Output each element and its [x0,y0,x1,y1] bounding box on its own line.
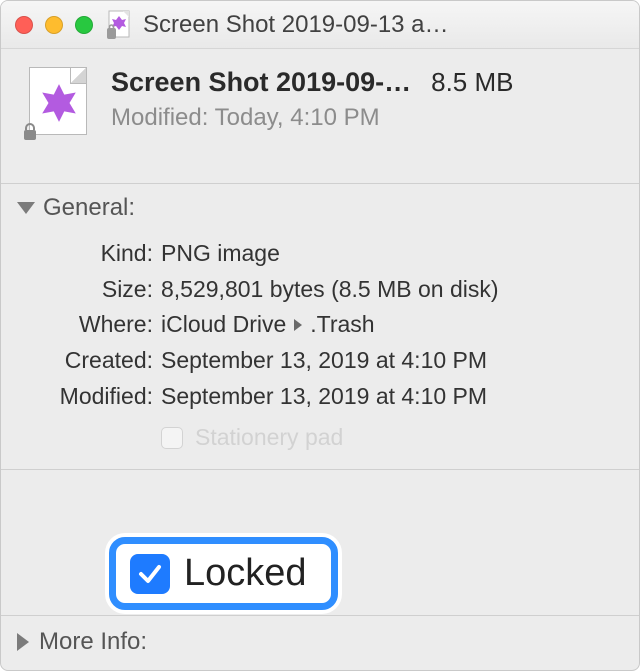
file-header: Screen Shot 2019-09-… 8.5 MB Modified: T… [1,49,639,184]
row-created: Created: September 13, 2019 at 4:10 PM [1,343,619,379]
row-size: Size: 8,529,801 bytes (8.5 MB on disk) [1,272,619,308]
general-fields: Kind: PNG image Size: 8,529,801 bytes (8… [1,230,639,469]
path-separator-icon [286,311,310,337]
where-value: iCloud Drive .Trash [161,307,619,343]
section-general-header[interactable]: General: [1,184,639,230]
stationery-pad-label: Stationery pad [195,424,343,451]
kind-value: PNG image [161,236,619,272]
row-kind: Kind: PNG image [1,236,619,272]
section-general: General: Kind: PNG image Size: 8,529,801… [1,184,639,470]
created-value: September 13, 2019 at 4:10 PM [161,343,619,379]
size-label: Size: [1,272,161,308]
close-window-button[interactable] [15,16,33,34]
file-name: Screen Shot 2019-09-… [111,67,411,98]
row-modified: Modified: September 13, 2019 at 4:10 PM [1,379,619,415]
section-more-info-header[interactable]: More Info: [1,616,639,670]
zoom-window-button[interactable] [75,16,93,34]
lock-icon [21,123,39,141]
file-icon [23,67,93,137]
locked-highlight: Locked [109,537,338,610]
size-value: 8,529,801 bytes (8.5 MB on disk) [161,272,619,308]
section-more-info-title: More Info: [39,628,147,656]
file-header-texts: Screen Shot 2019-09-… 8.5 MB Modified: T… [111,67,619,132]
where-part2: .Trash [310,311,374,337]
disclosure-triangle-open-icon [17,202,35,214]
row-where: Where: iCloud Drive .Trash [1,307,619,343]
created-label: Created: [1,343,161,379]
checkmark-icon [137,561,163,587]
modified-value-row: September 13, 2019 at 4:10 PM [161,379,619,415]
modified-label: Modified: [111,104,208,131]
window-controls [15,16,93,34]
disclosure-triangle-closed-icon [17,633,29,651]
section-general-title: General: [43,194,135,222]
stationery-pad-row: Stationery pad [161,424,619,451]
titlebar: Screen Shot 2019-09-13 a… [1,1,639,49]
section-more-info: More Info: [1,615,639,670]
where-part1: iCloud Drive [161,311,286,337]
kind-label: Kind: [1,236,161,272]
locked-label: Locked [184,552,307,595]
minimize-window-button[interactable] [45,16,63,34]
file-modified-summary: Modified: Today, 4:10 PM [111,104,619,132]
where-label: Where: [1,307,161,343]
get-info-window: Screen Shot 2019-09-13 a… Screen Shot 20… [0,0,640,671]
title-file-icon [107,10,133,40]
locked-checkbox[interactable] [130,554,170,594]
file-size: 8.5 MB [431,67,513,98]
window-title: Screen Shot 2019-09-13 a… [143,11,625,39]
modified-label-row: Modified: [1,379,161,415]
stationery-pad-checkbox[interactable] [161,427,183,449]
modified-value: Today, 4:10 PM [215,104,380,131]
